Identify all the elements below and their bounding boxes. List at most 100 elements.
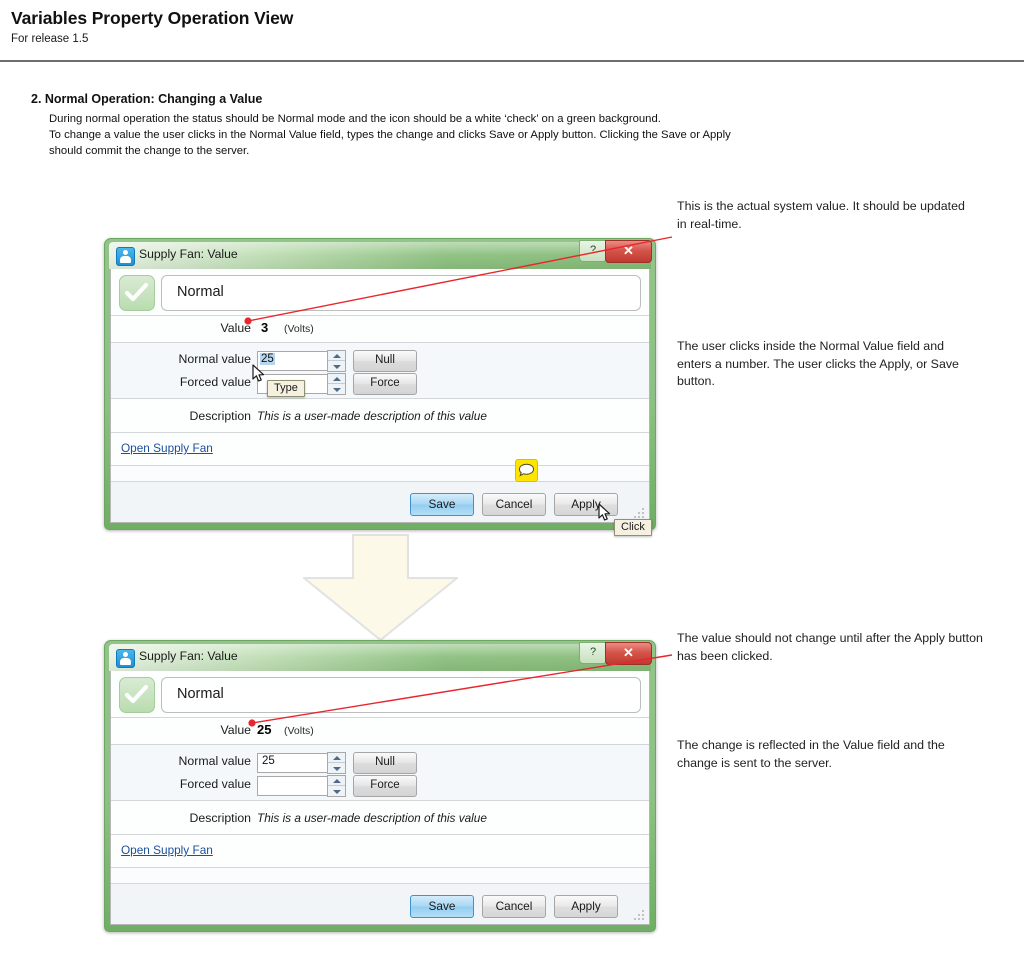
normal-value-input[interactable]: 25 (257, 351, 329, 371)
check-icon (119, 677, 155, 713)
user-icon (116, 649, 135, 668)
value-row: Value 3 (Volts) (111, 316, 649, 342)
value-row-label: Value (220, 321, 251, 335)
stepper-up[interactable] (328, 351, 345, 361)
forced-value-label: Forced value (179, 375, 251, 389)
stepper-up[interactable] (328, 374, 345, 384)
forced-value-stepper[interactable] (327, 373, 346, 395)
null-button[interactable]: Null (353, 350, 417, 372)
check-icon (119, 275, 155, 311)
divider (111, 867, 649, 868)
open-supply-fan-link[interactable]: Open Supply Fan (121, 441, 213, 455)
status-label: Normal (177, 686, 224, 702)
description-label: Description (189, 409, 251, 423)
normal-value-input[interactable]: 25 (257, 753, 329, 773)
link-row: Open Supply Fan (111, 835, 649, 867)
section-body-line: should commit the change to the server. (49, 145, 250, 157)
normal-value-label: Normal value (178, 352, 251, 366)
description-text: This is a user-made description of this … (257, 811, 487, 825)
value-unit: (Volts) (284, 323, 314, 335)
page-title: Variables Property Operation View (11, 8, 294, 28)
save-button[interactable]: Save (410, 493, 474, 516)
description-label: Description (189, 811, 251, 825)
close-button[interactable]: ✕ (605, 240, 652, 263)
status-field: Normal (161, 275, 641, 311)
save-button[interactable]: Save (410, 895, 474, 918)
section-heading: 2. Normal Operation: Changing a Value (31, 92, 263, 106)
annotation-system-value: This is the actual system value. It shou… (677, 199, 965, 231)
resize-grip[interactable] (634, 508, 645, 519)
title-bar[interactable]: Supply Fan: Value ? ✕ (109, 642, 652, 671)
page-subtitle: For release 1.5 (11, 33, 89, 45)
apply-button[interactable]: Apply (554, 895, 618, 918)
dialog-client-area: Normal Value 25 (Volts) Normal value 25 … (110, 671, 650, 925)
open-supply-fan-link[interactable]: Open Supply Fan (121, 843, 213, 857)
title-bar[interactable]: Supply Fan: Value ? ✕ (109, 240, 652, 269)
forced-value-input[interactable] (257, 776, 329, 796)
stepper-down[interactable] (328, 385, 345, 394)
value-row: Value 25 (Volts) (111, 718, 649, 744)
dialog-button-bar: Save Cancel Apply (111, 481, 649, 522)
stepper-down[interactable] (328, 362, 345, 371)
dialog-client-area: Normal Value 3 (Volts) Normal value 25 N… (110, 269, 650, 523)
value-unit: (Volts) (284, 725, 314, 737)
forced-value-label: Forced value (179, 777, 251, 791)
forced-value-stepper[interactable] (327, 775, 346, 797)
description-text: This is a user-made description of this … (257, 409, 487, 423)
annotation-user-clicks: The user clicks inside the Normal Value … (677, 339, 959, 389)
user-icon-body (120, 658, 131, 665)
normal-value-stepper[interactable] (327, 350, 346, 372)
user-icon-head (123, 652, 128, 657)
tooltip-type: Type (267, 380, 305, 397)
mouse-cursor-type (252, 364, 265, 383)
value-number: 25 (257, 722, 272, 737)
dialog-button-bar: Save Cancel Apply (111, 883, 649, 924)
window-title: Supply Fan: Value (139, 247, 238, 261)
annotation-value-unchanged: The value should not change until after … (677, 631, 983, 663)
dialog-before[interactable]: Supply Fan: Value ? ✕ Normal Value 3 (Vo… (104, 238, 656, 530)
value-row-label: Value (220, 723, 251, 737)
section-body-line: During normal operation the status shoul… (49, 113, 661, 125)
comment-icon (515, 459, 538, 482)
resize-grip[interactable] (634, 910, 645, 921)
stepper-up[interactable] (328, 776, 345, 786)
help-button[interactable]: ? (579, 642, 607, 664)
status-field: Normal (161, 677, 641, 713)
section-body: During normal operation the status shoul… (49, 111, 809, 159)
dialog-after[interactable]: Supply Fan: Value ? ✕ Normal Value 25 (V… (104, 640, 656, 932)
user-icon (116, 247, 135, 266)
description-row: Description This is a user-made descript… (111, 801, 649, 834)
user-icon-body (120, 256, 131, 263)
force-button[interactable]: Force (353, 775, 417, 797)
flow-arrow-icon (303, 534, 458, 641)
normal-value-label: Normal value (178, 754, 251, 768)
header-divider (0, 60, 1024, 62)
check-icon-glyph (125, 282, 149, 302)
stepper-down[interactable] (328, 764, 345, 773)
description-row: Description This is a user-made descript… (111, 399, 649, 432)
divider (111, 465, 649, 466)
annotation-change-reflected: The change is reflected in the Value fie… (677, 738, 945, 770)
fields-area: Normal value 25 Null Forced value Force (111, 745, 649, 800)
page-header: Variables Property Operation View For re… (0, 0, 1024, 62)
mouse-cursor-click (598, 503, 611, 522)
cancel-button[interactable]: Cancel (482, 895, 546, 918)
close-button[interactable]: ✕ (605, 642, 652, 665)
fields-area: Normal value 25 Null Forced value Force (111, 343, 649, 398)
status-label: Normal (177, 284, 224, 300)
stepper-up[interactable] (328, 753, 345, 763)
help-button[interactable]: ? (579, 240, 607, 262)
window-title: Supply Fan: Value (139, 649, 238, 663)
tooltip-click: Click (614, 519, 652, 536)
cancel-button[interactable]: Cancel (482, 493, 546, 516)
link-row: Open Supply Fan (111, 433, 649, 465)
stepper-down[interactable] (328, 787, 345, 796)
force-button[interactable]: Force (353, 373, 417, 395)
null-button[interactable]: Null (353, 752, 417, 774)
normal-value-stepper[interactable] (327, 752, 346, 774)
status-row: Normal (111, 269, 649, 315)
value-number: 3 (261, 320, 269, 335)
status-row: Normal (111, 671, 649, 717)
normal-value-text: 25 (262, 755, 275, 767)
user-icon-head (123, 250, 128, 255)
